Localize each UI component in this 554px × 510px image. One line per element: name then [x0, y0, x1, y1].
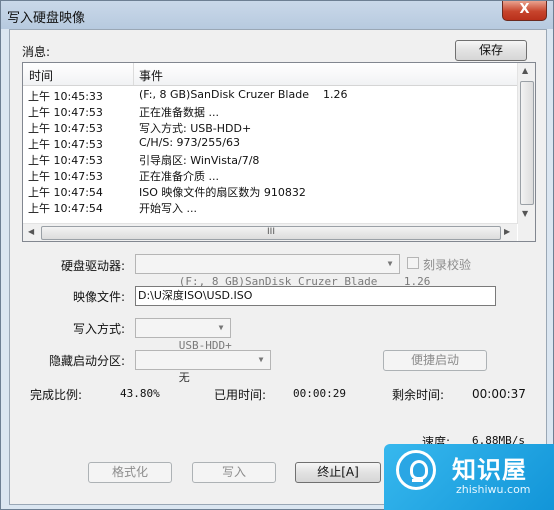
drive-select: (F:, 8 GB)SanDisk Cruzer Blade 1.26 ▼: [135, 254, 430, 288]
column-header-event[interactable]: 事件: [139, 67, 163, 84]
list-item[interactable]: 上午 10:47:53 引导扇区: WinVista/7/8: [23, 151, 517, 167]
watermark-logo: 知识屋 zhishiwu.com: [384, 444, 554, 510]
hide-partition-value: 无: [178, 371, 190, 384]
window-title: 写入硬盘映像: [7, 11, 86, 26]
message-list[interactable]: 时间 事件 上午 10:45:33 (F:, 8 GB)SanDisk Cruze…: [22, 62, 536, 242]
scroll-down-icon[interactable]: ▼: [522, 209, 528, 218]
column-header-time[interactable]: 时间: [29, 67, 53, 84]
chevron-down-icon: ▼: [218, 323, 224, 332]
write-button: 写入: [192, 462, 276, 483]
remaining-time-label: 剩余时间:: [392, 388, 445, 402]
list-item[interactable]: 上午 10:47:53 C/H/S: 973/255/63: [23, 135, 517, 151]
messages-label: 消息:: [22, 45, 51, 59]
scroll-right-icon[interactable]: ▶: [504, 227, 510, 236]
format-button: 格式化: [88, 462, 172, 483]
close-button[interactable]: X: [502, 1, 547, 21]
horizontal-scrollbar[interactable]: ◀ III ▶: [23, 223, 517, 241]
stop-button[interactable]: 终止[A]: [295, 462, 381, 483]
vertical-scroll-thumb[interactable]: [520, 81, 534, 205]
image-file-field[interactable]: D:\U深度ISO\USD.ISO: [135, 286, 496, 306]
write-mode-label: 写入方式:: [73, 322, 126, 336]
remaining-time-value: 00:00:37: [472, 387, 526, 401]
save-button[interactable]: 保存: [455, 40, 527, 61]
list-item[interactable]: 上午 10:47:53 正在准备介质 ...: [23, 167, 517, 183]
column-divider[interactable]: [133, 63, 134, 85]
drive-label: 硬盘驱动器:: [61, 259, 126, 273]
hide-partition-select: 无 ▼: [135, 350, 271, 384]
lightbulb-icon: [396, 450, 436, 490]
complete-ratio-value: 43.80%: [120, 387, 160, 400]
write-mode-select: USB-HDD+ ▼: [135, 318, 232, 352]
verify-label: 刻录校验: [423, 258, 472, 272]
elapsed-time-label: 已用时间:: [214, 388, 267, 402]
scroll-up-icon[interactable]: ▲: [522, 66, 528, 75]
horizontal-scroll-thumb[interactable]: III: [41, 226, 501, 240]
chevron-down-icon: ▼: [387, 259, 393, 268]
scroll-left-icon[interactable]: ◀: [28, 227, 34, 236]
watermark-subtitle: zhishiwu.com: [456, 483, 531, 496]
image-file-label: 映像文件:: [73, 290, 126, 304]
verify-checkbox: [407, 257, 419, 269]
scrollbar-corner: [518, 224, 535, 241]
dialog-body: 消息: 保存 时间 事件 上午 10:45:33 (F:, 8 GB)SanDis…: [9, 29, 547, 505]
list-header: 时间 事件: [23, 63, 517, 86]
list-item[interactable]: 上午 10:47:53 正在准备数据 ...: [23, 103, 517, 119]
list-item[interactable]: 上午 10:47:54 ISO 映像文件的扇区数为 910832: [23, 183, 517, 199]
list-item[interactable]: 上午 10:47:54 开始写入 ...: [23, 199, 517, 215]
quick-boot-button: 便捷启动: [383, 350, 487, 371]
write-disk-image-window: 写入硬盘映像 X 消息: 保存 时间 事件 上午 10:45:33 (F:, 8 …: [0, 0, 554, 510]
vertical-scrollbar[interactable]: ▲ ▼: [517, 63, 535, 224]
title-bar[interactable]: 写入硬盘映像 X: [1, 1, 553, 29]
elapsed-time-value: 00:00:29: [293, 387, 346, 400]
hide-partition-label: 隐藏启动分区:: [49, 354, 126, 368]
chevron-down-icon: ▼: [258, 355, 264, 364]
list-item[interactable]: 上午 10:45:33 (F:, 8 GB)SanDisk Cruzer Blad…: [23, 87, 517, 103]
watermark-title: 知识屋: [452, 456, 527, 484]
list-item[interactable]: 上午 10:47:53 写入方式: USB-HDD+: [23, 119, 517, 135]
complete-ratio-label: 完成比例:: [30, 388, 83, 402]
message-rows: 上午 10:45:33 (F:, 8 GB)SanDisk Cruzer Blad…: [23, 87, 517, 215]
